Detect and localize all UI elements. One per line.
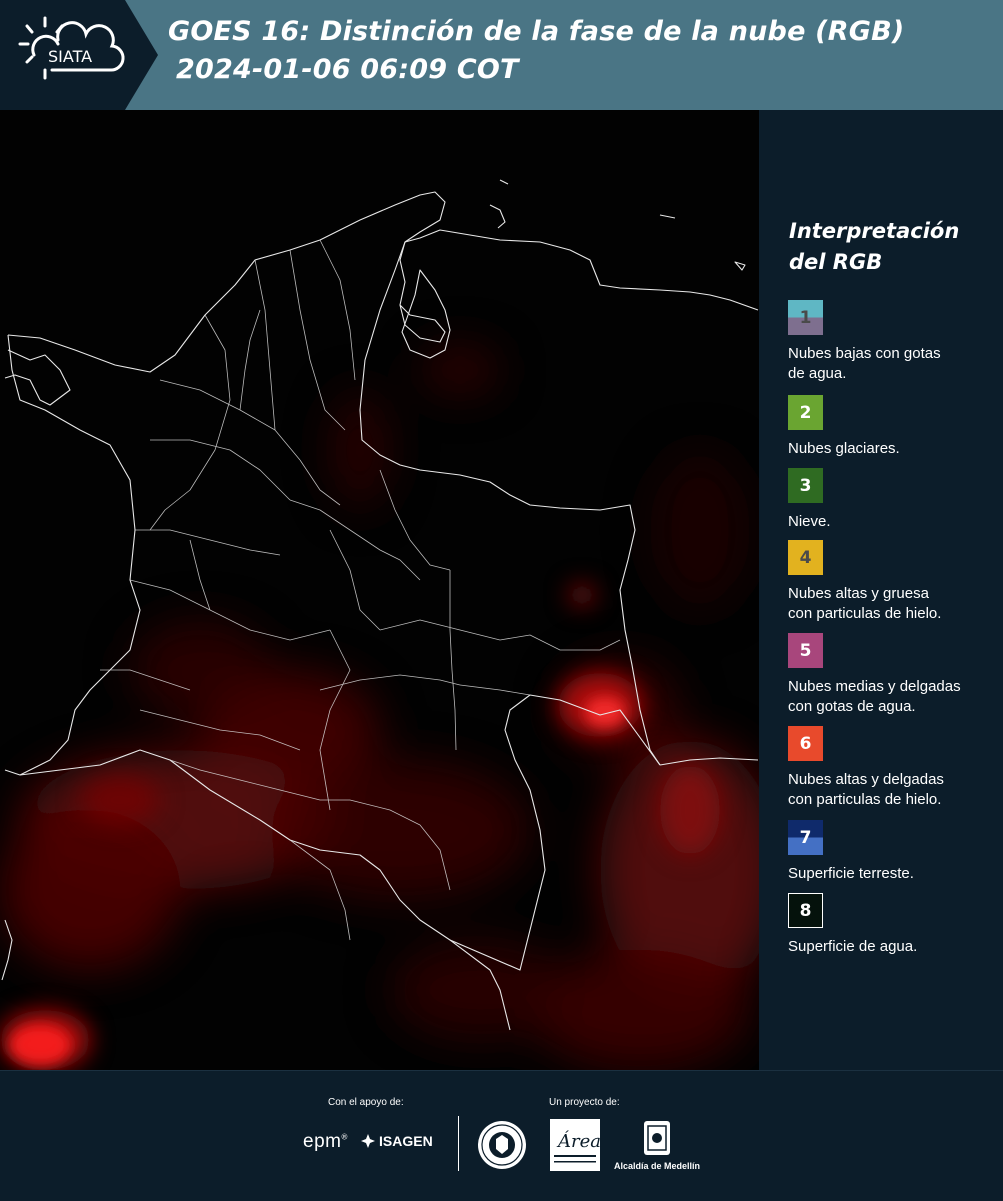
- legend-label: Nubes glaciares.: [788, 440, 900, 457]
- satellite-map: [0, 110, 759, 1070]
- isagen-icon: [361, 1134, 375, 1148]
- legend-item-8: 8 Superficie de agua.: [788, 893, 998, 957]
- medellin-shield-icon: [644, 1121, 670, 1155]
- legend-label: Superficie terreste.: [788, 865, 914, 882]
- area-metropolitana-logo: Área: [550, 1119, 601, 1171]
- legend-item-3: 3 Nieve.: [788, 468, 998, 532]
- legend-item-5: 5 Nubes medias y delgadas con gotas de a…: [788, 633, 998, 717]
- legend-swatch: 6: [788, 726, 823, 761]
- legend-label: Nubes medias y delgadas con gotas de agu…: [788, 678, 961, 715]
- university-seal-logo: [476, 1119, 528, 1175]
- legend-swatch: 1: [788, 300, 823, 335]
- header-bar: SIATA GOES 16: Distinción de la fase de …: [0, 0, 1003, 110]
- svg-text:Área: Área: [556, 1129, 600, 1152]
- legend-label: Nubes altas y delgadas con particulas de…: [788, 771, 944, 808]
- legend-swatch: 3: [788, 468, 823, 503]
- footer: Con el apoyo de: Un proyecto de: epm® IS…: [0, 1070, 1003, 1201]
- isagen-logo: ISAGEN: [360, 1133, 433, 1149]
- page-timestamp: 2024-01-06 06:09 COT: [176, 54, 519, 85]
- legend-item-2: 2 Nubes glaciares.: [788, 395, 998, 459]
- legend-label: Nieve.: [788, 513, 831, 530]
- map-canvas: [0, 110, 759, 1070]
- legend-swatch: 4: [788, 540, 823, 575]
- siata-logo: SIATA: [0, 0, 158, 110]
- legend-label: Nubes altas y gruesa con particulas de h…: [788, 585, 942, 622]
- alcaldia-text: Alcaldía de Medellín: [613, 1161, 701, 1171]
- footer-divider: [458, 1116, 459, 1171]
- legend-swatch: 8: [788, 893, 823, 928]
- legend-swatch: 5: [788, 633, 823, 668]
- legend-panel: Interpretación del RGB 1 Nubes bajas con…: [759, 110, 1003, 1070]
- legend-item-6: 6 Nubes altas y delgadas con particulas …: [788, 726, 998, 810]
- legend-item-1: 1 Nubes bajas con gotas de agua.: [788, 300, 998, 384]
- project-label: Un proyecto de:: [549, 1097, 620, 1108]
- legend-title: Interpretación del RGB: [789, 219, 960, 274]
- legend-item-7: 7 Superficie terreste.: [788, 820, 998, 884]
- logo-text: SIATA: [48, 47, 92, 66]
- legend-swatch: 7: [788, 820, 823, 855]
- legend-item-4: 4 Nubes altas y gruesa con particulas de…: [788, 540, 998, 624]
- legend-swatch: 2: [788, 395, 823, 430]
- page-title: GOES 16: Distinción de la fase de la nub…: [168, 16, 905, 47]
- alcaldia-logo: Alcaldía de Medellín: [612, 1119, 702, 1171]
- support-label: Con el apoyo de:: [328, 1097, 404, 1108]
- epm-logo: epm®: [303, 1131, 348, 1152]
- legend-label: Nubes bajas con gotas de agua.: [788, 345, 941, 382]
- legend-label: Superficie de agua.: [788, 938, 918, 955]
